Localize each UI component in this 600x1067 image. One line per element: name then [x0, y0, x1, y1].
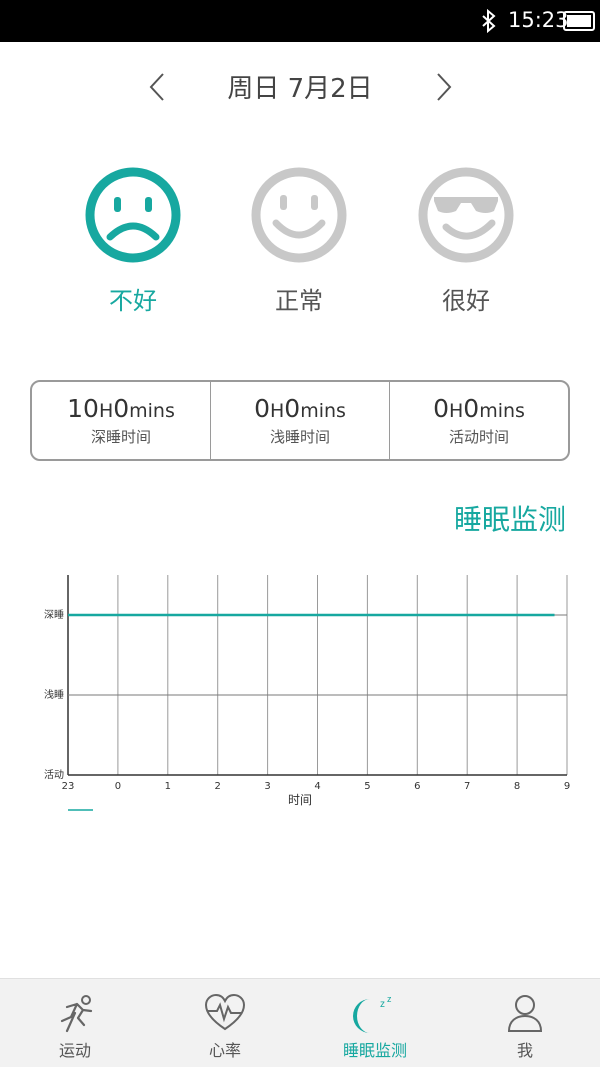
sunglasses-face-icon	[418, 167, 514, 263]
chevron-right-icon[interactable]	[428, 70, 458, 104]
battery-full-icon	[563, 11, 595, 31]
mood-bad-label: 不好	[109, 287, 157, 315]
x-tick-label: 8	[514, 781, 520, 792]
deep-sleep-caption: 深睡时间	[90, 428, 151, 446]
mood-normal-label: 正常	[275, 287, 323, 315]
tab-heart-rate-label: 心率	[208, 1041, 241, 1060]
x-tick-label: 0	[115, 781, 121, 792]
active-time-caption: 活动时间	[448, 428, 509, 446]
chevron-left-icon[interactable]	[143, 70, 173, 104]
active-time-value: 0H0mins	[433, 394, 525, 423]
mood-bad-button[interactable]: 不好	[78, 165, 188, 315]
mood-normal-button[interactable]: 正常	[244, 165, 354, 315]
bottom-tab-bar: 运动 心率 z z 睡眠监测 我	[0, 978, 600, 1067]
x-tick-label: 23	[62, 781, 75, 792]
x-tick-label: 3	[264, 781, 270, 792]
x-tick-label: 2	[215, 781, 221, 792]
status-bar: 15:23	[0, 0, 600, 42]
x-tick-label: 7	[464, 781, 470, 792]
active-time-stat: 0H0mins 活动时间	[389, 382, 568, 459]
deep-sleep-value: 10H0mins	[67, 394, 175, 423]
y-tick-label: 浅睡	[44, 688, 64, 701]
x-tick-label: 5	[364, 781, 370, 792]
tab-sleep-monitor-label: 睡眠监测	[342, 1041, 407, 1060]
tab-me-label: 我	[516, 1041, 533, 1060]
sleep-moon-icon: z z	[353, 994, 392, 1033]
mood-good-label: 很好	[442, 287, 490, 315]
light-sleep-value: 0H0mins	[254, 394, 346, 423]
x-tick-label: 4	[314, 781, 320, 792]
deep-sleep-stat: 10H0mins 深睡时间	[32, 382, 210, 459]
light-sleep-caption: 浅睡时间	[269, 428, 330, 446]
x-tick-label: 9	[564, 781, 570, 792]
running-icon	[60, 995, 93, 1033]
x-tick-label: 6	[414, 781, 420, 792]
sleep-stats-panel: 10H0mins 深睡时间 0H0mins 浅睡时间 0H0mins 活动时间	[30, 380, 570, 461]
bluetooth-icon	[482, 9, 496, 33]
x-tick-label: 1	[165, 781, 171, 792]
tab-me[interactable]: 我	[450, 979, 600, 1067]
tab-heart-rate[interactable]: 心率	[150, 979, 300, 1067]
light-sleep-stat: 0H0mins 浅睡时间	[210, 382, 389, 459]
tab-exercise[interactable]: 运动	[0, 979, 150, 1067]
tab-sleep-monitor[interactable]: z z 睡眠监测	[300, 979, 450, 1067]
section-title: 睡眠监测	[453, 503, 566, 536]
date-navigator: 周日 7月2日	[0, 62, 600, 112]
status-time: 15:23	[508, 8, 569, 32]
sad-face-icon	[85, 167, 181, 263]
svg-text:z: z	[380, 999, 385, 1010]
heart-rate-icon	[204, 993, 246, 1031]
date-label: 周日 7月2日	[227, 74, 373, 104]
svg-text:z: z	[387, 994, 392, 1004]
tab-exercise-label: 运动	[58, 1041, 91, 1060]
sleep-chart: 活动浅睡深睡23 0 1 2 3 4 5 6 7 8 9时间	[44, 575, 570, 811]
mood-good-button[interactable]: 很好	[411, 165, 521, 315]
x-axis-label: 时间	[288, 793, 312, 807]
y-tick-label: 深睡	[44, 608, 64, 621]
smile-face-icon	[251, 167, 347, 263]
y-tick-label: 活动	[44, 769, 64, 781]
user-icon	[507, 995, 543, 1032]
